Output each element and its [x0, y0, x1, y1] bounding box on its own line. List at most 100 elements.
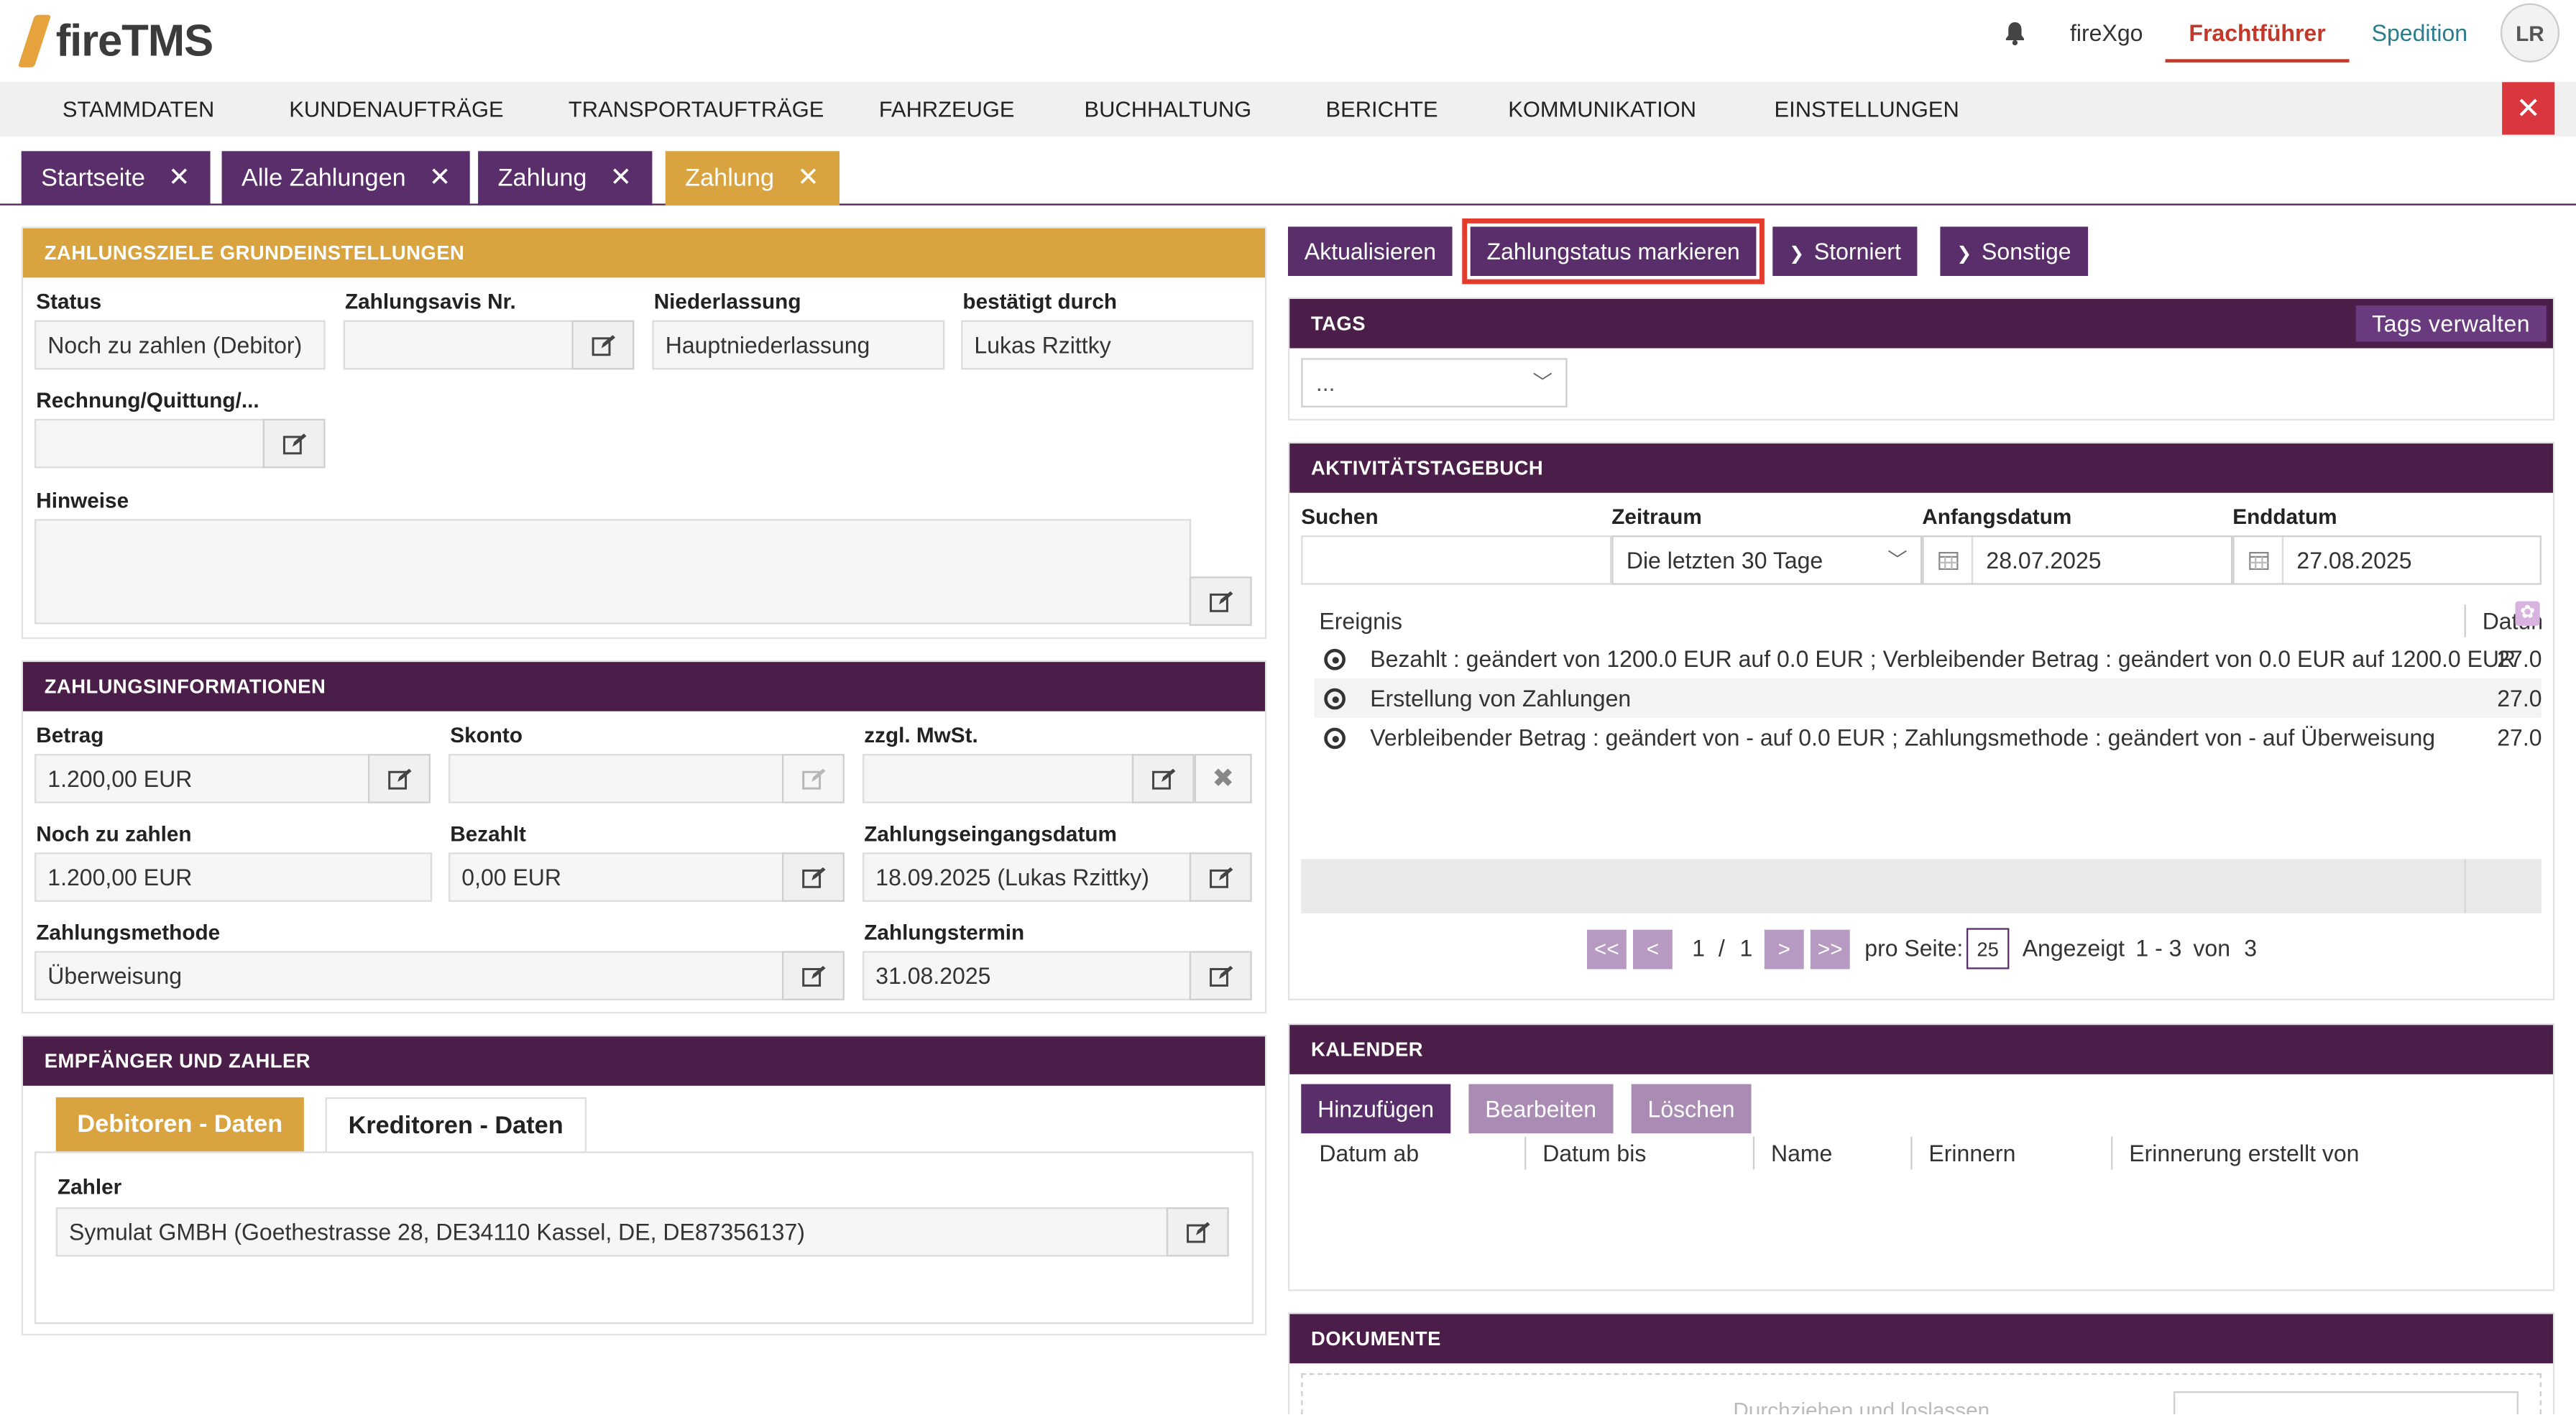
tab-alle-zahlungen[interactable]: Alle Zahlungen ✕ — [221, 151, 471, 206]
bezahlt-field[interactable]: 0,00 EUR — [448, 852, 784, 902]
dropzone[interactable]: Durchziehen und loslassen — [1301, 1373, 2542, 1414]
pager-prev-button[interactable]: < — [1632, 929, 1673, 969]
aktualisieren-button[interactable]: Aktualisieren — [1287, 226, 1453, 276]
document-type-select[interactable] — [2173, 1391, 2518, 1414]
zeitraum-select[interactable]: Die letzten 30 Tage ﹀ — [1611, 535, 1923, 585]
shown-label: Angezeigt — [2022, 934, 2125, 962]
tags-select[interactable]: ... ﹀ — [1301, 358, 1568, 407]
edit-icon[interactable] — [367, 754, 431, 803]
col-erinnern[interactable]: Erinnern — [1928, 1140, 2015, 1166]
noch-field[interactable]: 1.200,00 EUR — [34, 852, 433, 902]
bestaetigt-field[interactable]: Lukas Rzittky — [961, 320, 1254, 370]
table-row[interactable]: Verbleibender Betrag : geändert von - au… — [1315, 718, 2542, 757]
mwst-field[interactable] — [862, 754, 1134, 803]
panel-title: DOKUMENTE — [1289, 1314, 2553, 1364]
end-label: Enddatum — [2232, 504, 2337, 529]
tab-startseite[interactable]: Startseite ✕ — [21, 151, 211, 206]
close-icon[interactable]: ✕ — [429, 165, 451, 193]
skonto-field[interactable] — [448, 754, 784, 803]
close-icon[interactable]: ✕ — [610, 165, 632, 193]
storniert-label: Storniert — [1813, 238, 1901, 264]
menu-einstellungen[interactable]: EINSTELLUNGEN — [1775, 82, 1959, 136]
per-page-input[interactable]: 25 — [1966, 928, 2010, 969]
menu-kundenauftraege[interactable]: KUNDENAUFTRÄGE — [289, 82, 503, 136]
record-icon — [1324, 648, 1346, 670]
clear-icon[interactable]: ✖ — [1194, 754, 1252, 803]
zahler-field[interactable]: Symulat GMBH (Goethestrasse 28, DE34110 … — [55, 1207, 1169, 1257]
col-ereignis[interactable]: Ereignis — [1319, 608, 1402, 635]
panel-title: AKTIVITÄTSTAGEBUCH — [1289, 443, 2553, 493]
niederlassung-label: Niederlassung — [653, 289, 801, 314]
col-erinnerung-von[interactable]: Erinnerung erstellt von — [2129, 1140, 2359, 1166]
row-event: Verbleibender Betrag : geändert von - au… — [1370, 724, 2436, 751]
menu-kommunikation[interactable]: KOMMUNIKATION — [1508, 82, 1696, 136]
hinweise-textarea[interactable] — [34, 519, 1192, 624]
col-datum-ab[interactable]: Datum ab — [1319, 1140, 1419, 1166]
pager-last-button[interactable]: >> — [1810, 929, 1850, 969]
bell-icon[interactable] — [1982, 4, 2047, 63]
tab-zahlung[interactable]: Zahlung ✕ — [478, 151, 652, 206]
table-row[interactable]: Bezahlt : geändert von 1200.0 EUR auf 0.… — [1315, 639, 2542, 678]
close-icon[interactable]: ✕ — [168, 165, 190, 193]
edit-icon[interactable] — [1189, 576, 1252, 626]
edit-icon[interactable] — [781, 852, 845, 902]
status-field[interactable]: Noch zu zahlen (Debitor) — [34, 320, 326, 370]
avis-field[interactable] — [343, 320, 574, 370]
calendar-icon[interactable] — [2235, 537, 2284, 584]
record-icon — [1324, 727, 1346, 750]
sonstige-button[interactable]: ❯ Sonstige — [1940, 226, 2088, 276]
avatar[interactable]: LR — [2500, 3, 2560, 63]
edit-icon[interactable] — [1131, 754, 1195, 803]
nav-spedition[interactable]: Spedition — [2349, 4, 2490, 63]
bearbeiten-button[interactable]: Bearbeiten — [1468, 1084, 1613, 1134]
edit-icon[interactable] — [262, 418, 326, 469]
betrag-field[interactable]: 1.200,00 EUR — [34, 754, 370, 803]
loeschen-button[interactable]: Löschen — [1631, 1084, 1752, 1134]
calendar-icon[interactable] — [1924, 537, 1974, 584]
edit-icon — [781, 754, 845, 803]
methode-field[interactable]: Überweisung — [34, 951, 784, 1000]
suchen-input[interactable] — [1301, 535, 1612, 585]
col-name[interactable]: Name — [1771, 1140, 1832, 1166]
close-icon[interactable]: ✕ — [2502, 82, 2555, 135]
noch-label: Noch zu zahlen — [36, 821, 192, 847]
edit-icon[interactable] — [781, 951, 845, 1000]
settings-icon[interactable]: ✿ — [2515, 601, 2540, 626]
niederlassung-field[interactable]: Hauptniederlassung — [652, 320, 945, 370]
logo[interactable]: fireTMS — [19, 10, 213, 73]
pager-first-button[interactable]: << — [1586, 929, 1627, 969]
anfang-label: Anfangsdatum — [1922, 504, 2072, 529]
hinzufuegen-button[interactable]: Hinzufügen — [1301, 1084, 1450, 1134]
edit-icon[interactable] — [1189, 852, 1252, 902]
edit-icon[interactable] — [571, 320, 635, 370]
col-datum-bis[interactable]: Datum bis — [1542, 1140, 1646, 1166]
tab-bar: Startseite ✕ Alle Zahlungen ✕ Zahlung ✕ Zah… — [0, 137, 2576, 206]
termin-field[interactable]: 31.08.2025 — [862, 951, 1192, 1000]
menu-stammdaten[interactable]: STAMMDATEN — [63, 82, 214, 136]
storniert-button[interactable]: ❯ Storniert — [1772, 226, 1918, 276]
edit-icon[interactable] — [1189, 951, 1252, 1000]
tab-debitoren[interactable]: Debitoren - Daten — [55, 1097, 304, 1152]
menu-buchhaltung[interactable]: BUCHHALTUNG — [1085, 82, 1252, 136]
close-icon[interactable]: ✕ — [797, 165, 819, 193]
end-value: 27.08.2025 — [2296, 547, 2412, 573]
end-input[interactable]: 27.08.2025 — [2232, 535, 2542, 585]
rechnung-field[interactable] — [34, 418, 264, 469]
row-date: 27.08. — [2497, 685, 2542, 711]
zahlungstatus-markieren-button[interactable]: Zahlungstatus markieren — [1462, 218, 1765, 285]
panel-title: ZAHLUNGSINFORMATIONEN — [22, 662, 1265, 711]
pager-next-button[interactable]: > — [1764, 929, 1804, 969]
menu-fahrzeuge[interactable]: FAHRZEUGE — [879, 82, 1015, 136]
menu-berichte[interactable]: BERICHTE — [1326, 82, 1438, 136]
tab-zahlung-active[interactable]: Zahlung ✕ — [665, 151, 840, 206]
nav-frachtfuehrer[interactable]: Frachtführer — [2166, 4, 2349, 63]
tab-kreditoren[interactable]: Kreditoren - Daten — [325, 1097, 586, 1152]
tags-verwalten-button[interactable]: Tags verwalten — [2355, 305, 2547, 342]
menu-transportauftraege[interactable]: TRANSPORTAUFTRÄGE — [569, 82, 824, 136]
anfang-input[interactable]: 28.07.2025 — [1922, 535, 2233, 585]
eingang-field[interactable]: 18.09.2025 (Lukas Rzittky) — [862, 852, 1192, 902]
nav-firexgo[interactable]: fireXgo — [2047, 4, 2166, 63]
edit-icon[interactable] — [1166, 1207, 1229, 1257]
table-row[interactable]: Erstellung von Zahlungen 27.08. — [1314, 678, 2542, 718]
chevron-down-icon: ❯ — [1789, 244, 1805, 264]
